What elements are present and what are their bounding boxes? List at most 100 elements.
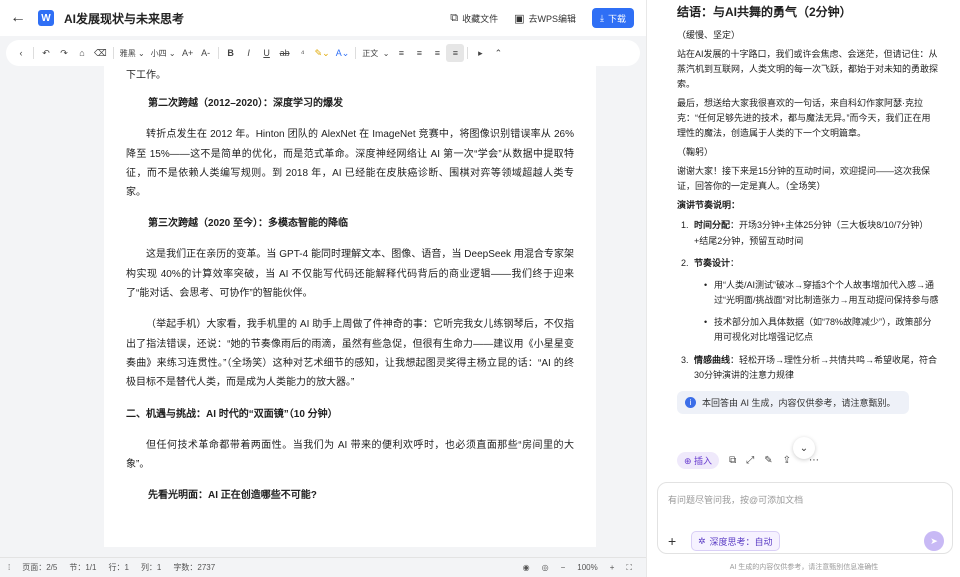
edit-in-wps-button[interactable]: ▣ 去WPS编辑	[514, 12, 576, 25]
deep-think-label: 深度思考：自动	[709, 536, 773, 547]
bold-button[interactable]: B	[222, 44, 240, 62]
bullet-text: 用“人类/AI测试”破冰→穿插3个个人故事增加代入感→通过“光明面/挑战面”对比…	[714, 279, 939, 306]
export-icon[interactable]: ⇪	[783, 455, 791, 466]
favorite-file-button[interactable]: ⧉ 收藏文件	[450, 12, 498, 25]
row-indicator: 行：1	[108, 563, 129, 572]
bullet-dot-icon: •	[704, 316, 708, 327]
undo-icon[interactable]: ↶	[37, 44, 55, 62]
document-page[interactable]: 下工作。 第二次跨越（2012–2020）：深度学习的爆发 转折点发生在 201…	[104, 66, 596, 547]
list-item-text: ：	[730, 258, 740, 268]
doc-heading: 二、机遇与挑战：AI 时代的“双面镜”（10 分钟）	[126, 408, 338, 420]
superscript-icon[interactable]: ⁴	[294, 44, 312, 62]
edit-icon[interactable]: ✎	[764, 455, 772, 466]
doc-paragraph: 但任何技术革命都带着两面性。当我们为 AI 带来的便利欢呼时，也必须直面那些“房…	[126, 439, 574, 470]
chat-answer: 结语：与AI共舞的勇气（2分钟） （缓慢、坚定） 站在AI发展的十字路口，我们或…	[647, 0, 960, 476]
align-center-icon[interactable]: ≡	[410, 44, 428, 62]
font-family-value: 雅黑	[119, 48, 136, 58]
wps-icon: ▣	[514, 12, 525, 25]
list-item: 1. 时间分配：开场3分钟+主体25分钟（三大板块8/10/7分钟）+结尾2分钟…	[677, 218, 939, 249]
clear-format-icon[interactable]: ⌫	[91, 44, 110, 62]
page-indicator: 页面：2/5	[22, 563, 58, 572]
font-color-icon[interactable]: A⌄	[333, 44, 353, 62]
list-item-title: 时间分配	[694, 220, 731, 230]
doc-heading: 先看光明面：AI 正在创造哪些不可能?	[148, 490, 317, 502]
align-justify-icon[interactable]: ≡	[446, 44, 465, 62]
share-icon[interactable]: ⤢	[746, 455, 754, 466]
info-icon: i	[685, 396, 696, 408]
back-arrow-icon[interactable]: ←	[4, 0, 32, 36]
answer-heading: 结语：与AI共舞的勇气（2分钟）	[677, 5, 852, 19]
deep-think-icon: ✲	[698, 535, 706, 546]
underline-button[interactable]: U	[258, 44, 276, 62]
scroll-left-icon[interactable]: ‹	[12, 44, 30, 62]
deep-think-toggle[interactable]: ✲ 深度思考：自动	[691, 531, 780, 551]
status-bar: ⁞ 页面：2/5 节：1/1 行：1 列：1 字数：2737 ◉ ◎ − 100…	[0, 557, 646, 577]
bookmark-icon: ⧉	[450, 11, 459, 24]
font-grow-icon[interactable]: A+	[179, 44, 197, 62]
insert-label: 插入	[694, 456, 713, 466]
bullet-list: • 用“人类/AI测试”破冰→穿插3个个人故事增加代入感→通过“光明面/挑战面”对…	[694, 278, 939, 346]
list-number: 3.	[681, 354, 689, 365]
answer-text: （缓慢、坚定）	[677, 30, 741, 40]
copy-icon[interactable]: ⧉	[729, 455, 736, 466]
list-number: 1.	[681, 220, 689, 230]
paragraph-style-select[interactable]: 正文 ⌄	[359, 44, 392, 62]
list-number: 2.	[681, 258, 689, 268]
list-item-text: ：轻松开场→理性分析→共情共鸣→希望收尾，符合30分钟演讲的注意力规律	[694, 354, 938, 381]
doc-heading: 第三次跨越（2020 至今）：多模态智能的降临	[148, 218, 349, 230]
add-attachment-icon[interactable]: +	[668, 533, 676, 549]
list-item-title: 节奏设计	[694, 258, 731, 268]
chat-input-box[interactable]: 有问题尽管问我，按@可添加文档 + ✲ 深度思考：自动 ➤	[657, 482, 953, 554]
font-family-select[interactable]: 雅黑 ⌄	[117, 44, 148, 62]
collapse-toolbar-icon[interactable]: ⌃	[489, 44, 507, 62]
ai-disclaimer: AI 生成的内容仅供参考，请注意甄别信息准确性	[729, 564, 879, 571]
bullet-item: • 用“人类/AI测试”破冰→穿插3个个人故事增加代入感→通过“光明面/挑战面”对…	[694, 278, 939, 309]
edit-in-wps-label: 去WPS编辑	[528, 13, 576, 24]
format-toolbar: ‹ ↶ ↷ ⌂ ⌫ 雅黑 ⌄ 小四 ⌄ A+ A- B I U ab ⁴ ✎⌄ …	[6, 40, 640, 66]
zoom-level[interactable]: 100%	[577, 563, 597, 572]
format-painter-icon[interactable]: ⌂	[73, 44, 91, 62]
top-bar: ← W AI发展现状与未来思考 ⧉ 收藏文件 ▣ 去WPS编辑 ⤓ 下载	[0, 0, 646, 36]
redo-icon[interactable]: ↷	[55, 44, 73, 62]
font-size-select[interactable]: 小四 ⌄	[148, 44, 179, 62]
list-item-title: 情感曲线	[694, 354, 731, 365]
chat-input-placeholder[interactable]: 有问题尽管问我，按@可添加文档	[668, 493, 803, 506]
answer-text: 站在AI发展的十字路口，我们或许会焦虑、会迷茫，但请记住：从蒸汽机到互联网，人类…	[677, 49, 939, 89]
divider	[112, 47, 114, 59]
italic-button[interactable]: I	[240, 44, 258, 62]
fit-page-icon[interactable]: ⛶	[626, 563, 632, 573]
more-icon[interactable]: ⋯	[809, 455, 819, 466]
doc-heading: 第二次跨越（2012–2020）：深度学习的爆发	[148, 98, 344, 110]
wps-status-icon[interactable]: ◉	[523, 563, 530, 572]
section-indicator: 节：1/1	[69, 563, 97, 572]
read-mode-icon[interactable]: ◎	[542, 563, 549, 572]
answer-actions: ⊕ 插入 ⧉ ⤢ ✎ ⇪ ⋯	[677, 452, 819, 469]
align-left-icon[interactable]: ≡	[392, 44, 410, 62]
doc-paragraph: 这是我们正在亲历的变革。当 GPT-4 能同时理解文本、图像、语音，当 Deep…	[126, 249, 574, 300]
strikethrough-button[interactable]: ab	[276, 44, 294, 62]
column-indicator: 列：1	[140, 563, 162, 572]
align-right-icon[interactable]: ≡	[428, 44, 446, 62]
answer-text: （鞠躬）	[677, 147, 714, 157]
insert-button[interactable]: ⊕ 插入	[677, 452, 720, 469]
send-icon[interactable]: ➤	[924, 531, 944, 551]
zoom-in-icon[interactable]: +	[610, 563, 615, 572]
divider	[217, 47, 219, 59]
bullet-text: 技术部分加入具体数据（如“78%故障减少”），政策部分用可视化对比增强记忆点	[714, 316, 932, 343]
doc-paragraph: （举起手机）大家看，我手机里的 AI 助手上周做了件神奇的事：它听完我女儿练钢琴…	[126, 319, 574, 389]
doc-paragraph: 转折点发生在 2012 年。Hinton 团队的 AlexNet 在 Image…	[126, 129, 574, 199]
scroll-right-icon[interactable]: ▸	[471, 44, 489, 62]
download-icon: ⤓	[600, 12, 604, 23]
paragraph-style-value: 正文	[362, 48, 379, 58]
font-size-value: 小四	[150, 48, 167, 58]
divider	[355, 47, 357, 59]
rhythm-label: 演讲节奏说明：	[677, 200, 741, 210]
document-title: AI发展现状与未来思考	[64, 11, 185, 26]
top-actions: ⧉ 收藏文件 ▣ 去WPS编辑 ⤓ 下载	[450, 8, 634, 28]
highlight-color-icon[interactable]: ✎⌄	[312, 44, 333, 62]
zoom-out-icon[interactable]: −	[561, 563, 566, 572]
ai-chat-panel: 结语：与AI共舞的勇气（2分钟） （缓慢、坚定） 站在AI发展的十字路口，我们或…	[646, 0, 960, 577]
download-button[interactable]: ⤓ 下载	[592, 8, 634, 28]
outline-toggle-icon[interactable]: ⁞	[8, 563, 10, 572]
font-shrink-icon[interactable]: A-	[197, 44, 215, 62]
